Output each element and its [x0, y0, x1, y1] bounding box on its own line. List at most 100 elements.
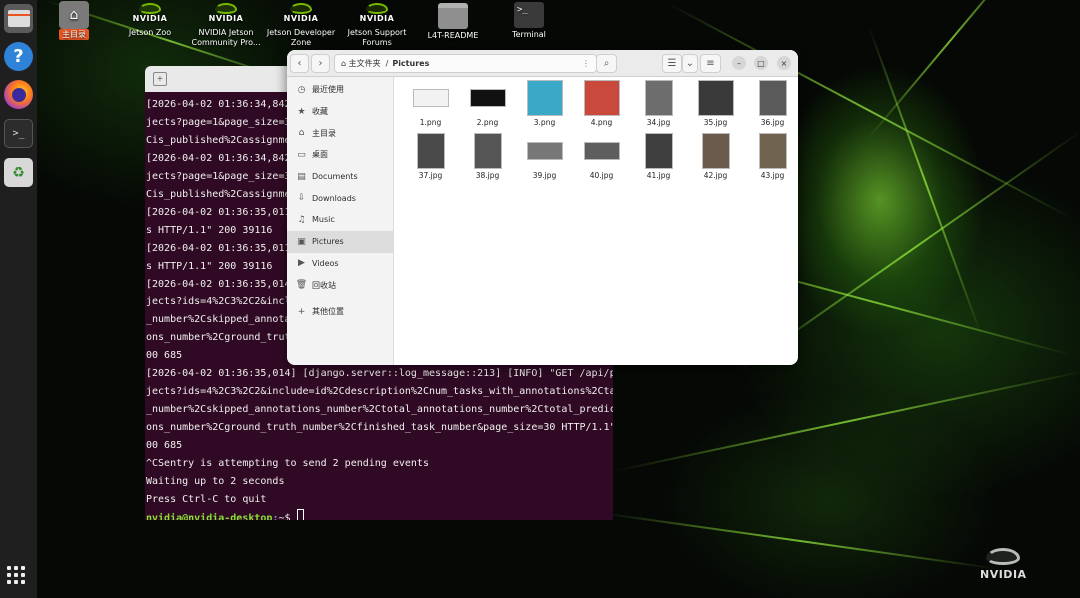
- file-item[interactable]: 3.png: [516, 80, 573, 127]
- file-item[interactable]: 34.jpg: [630, 80, 687, 127]
- firefox-icon[interactable]: [4, 80, 33, 109]
- trash-icon[interactable]: ♻: [4, 158, 33, 187]
- path-menu-icon[interactable]: ⋮: [582, 59, 590, 68]
- desktop-icon-support-forums[interactable]: NVIDIA Jetson Support Forums: [343, 0, 411, 48]
- search-icon: ⌕: [603, 58, 610, 69]
- sidebar-item-trash[interactable]: 🗑 回收站: [287, 274, 393, 296]
- desktop-icon-developer-zone[interactable]: NVIDIA Jetson Developer Zone: [266, 0, 336, 48]
- sidebar-item-document[interactable]: ▤ Documents: [287, 166, 393, 188]
- file-name: 4.png: [590, 118, 613, 127]
- file-grid: 1.png 2.png 3.png 4.png 34.jpg 35.jpg 36.jpg 37…: [402, 80, 792, 180]
- terminal-line: jects?ids=4%2C3%2C2&include=id%2Cdescrip…: [146, 386, 613, 398]
- image-thumbnail: [698, 133, 734, 169]
- help-icon[interactable]: ?: [4, 42, 33, 71]
- file-name: 2.png: [476, 118, 499, 127]
- close-button[interactable]: ×: [777, 56, 791, 70]
- image-thumbnail: [526, 80, 563, 116]
- sidebar-item-home[interactable]: ⌂ 主目录: [287, 122, 393, 144]
- terminal-icon[interactable]: >_: [4, 119, 33, 148]
- document-icon: ▤: [297, 171, 306, 182]
- nvidia-logo-icon: NVIDIA: [284, 0, 318, 26]
- sidebar-item-video[interactable]: ▶ Videos: [287, 253, 393, 275]
- list-view-button[interactable]: ☰: [662, 54, 682, 73]
- desktop-icon-l4t-readme[interactable]: L4T-README: [423, 3, 483, 41]
- home-folder-icon: ⌂: [59, 1, 89, 29]
- sidebar-item-clock[interactable]: ◷ 最近使用: [287, 79, 393, 101]
- forward-button[interactable]: ›: [311, 54, 330, 73]
- sidebar-item-label: Downloads: [312, 193, 356, 203]
- terminal-prompt[interactable]: nvidia@nvidia-desktop:~$: [146, 508, 613, 520]
- sidebar-item-label: 收藏: [312, 107, 328, 117]
- desktop-icon-community-projects[interactable]: NVIDIA NVIDIA Jetson Community Pro...: [188, 0, 264, 48]
- file-item[interactable]: 38.jpg: [459, 133, 516, 180]
- file-item[interactable]: 41.jpg: [630, 133, 687, 180]
- file-item[interactable]: 40.jpg: [573, 133, 630, 180]
- sidebar-item-label: Pictures: [312, 237, 344, 247]
- star-icon: ★: [297, 106, 306, 117]
- show-apps-icon[interactable]: [7, 566, 25, 584]
- maximize-button[interactable]: □: [754, 56, 768, 70]
- nvidia-watermark-logo: NVIDIA: [980, 548, 1027, 581]
- file-manager-header: ‹ › ⌂ 主文件夹 / Pictures ⋮ ⌕ ☰ ⌄ ≡ – □ ×: [287, 50, 798, 77]
- file-item[interactable]: 42.jpg: [687, 133, 744, 180]
- home-icon: ⌂: [341, 59, 349, 68]
- desktop-icon-terminal[interactable]: >_ Terminal: [503, 2, 555, 40]
- terminal-app-icon: >_: [514, 2, 544, 28]
- file-item[interactable]: 39.jpg: [516, 133, 573, 180]
- file-name: 1.png: [419, 118, 442, 127]
- file-item[interactable]: 4.png: [573, 80, 630, 127]
- file-name: 41.jpg: [646, 171, 671, 180]
- file-name: 3.png: [533, 118, 556, 127]
- terminal-cursor: [296, 508, 304, 520]
- search-button[interactable]: ⌕: [596, 54, 617, 73]
- desktop-icon: ▭: [297, 149, 306, 160]
- chevron-down-icon: ⌄: [685, 58, 695, 69]
- terminal-line: 00 685: [146, 440, 183, 452]
- download-icon: ⇩: [297, 193, 306, 204]
- file-item[interactable]: 37.jpg: [402, 133, 459, 180]
- sidebar-item-download[interactable]: ⇩ Downloads: [287, 187, 393, 209]
- breadcrumb-home[interactable]: 主文件夹: [349, 58, 381, 69]
- places-sidebar: ◷ 最近使用 ★ 收藏 ⌂ 主目录 ▭ 桌面 ▤ Documents ⇩ Downloads ♫ Musi…: [287, 77, 394, 365]
- terminal-line: _number%2Cskipped_annotations_number%2Ct…: [146, 404, 613, 416]
- hamburger-icon: ≡: [706, 58, 715, 69]
- trash-icon: 🗑: [295, 280, 308, 291]
- dock: ? >_ ♻: [0, 0, 37, 598]
- image-thumbnail: [641, 80, 677, 116]
- music-icon: ♫: [297, 214, 306, 225]
- sidebar-item-desktop[interactable]: ▭ 桌面: [287, 144, 393, 166]
- path-bar[interactable]: ⌂ 主文件夹 / Pictures ⋮: [334, 54, 597, 73]
- nvidia-logo-icon: NVIDIA: [209, 0, 243, 26]
- new-tab-icon[interactable]: +: [153, 72, 167, 86]
- nvidia-logo-icon: NVIDIA: [360, 0, 394, 26]
- sidebar-item-label: 桌面: [312, 150, 328, 160]
- view-options-button[interactable]: ⌄: [682, 54, 698, 73]
- plus-icon: +: [297, 306, 306, 317]
- file-name: 36.jpg: [760, 118, 785, 127]
- breadcrumb-current[interactable]: Pictures: [392, 59, 429, 68]
- back-button[interactable]: ‹: [290, 54, 309, 73]
- sidebar-item-music[interactable]: ♫ Music: [287, 209, 393, 231]
- image-thumbnail: [583, 80, 620, 116]
- desktop-icon-jetson-zoo[interactable]: NVIDIA Jetson Zoo: [122, 0, 178, 38]
- desktop-icon-home[interactable]: ⌂ 主目录: [56, 1, 92, 40]
- terminal-line: [2026-04-02 01:36:35,014] [django.server…: [146, 368, 613, 380]
- file-item[interactable]: 36.jpg: [744, 80, 798, 127]
- file-name: 38.jpg: [475, 171, 500, 180]
- file-item[interactable]: 2.png: [459, 80, 516, 127]
- sidebar-item-plus[interactable]: + 其他位置: [287, 301, 393, 323]
- files-icon[interactable]: [4, 4, 33, 33]
- file-item[interactable]: 35.jpg: [687, 80, 744, 127]
- main-menu-button[interactable]: ≡: [700, 54, 721, 73]
- sidebar-item-picture[interactable]: ▣ Pictures: [287, 230, 393, 253]
- prompt-tail: ~$: [278, 512, 297, 520]
- image-thumbnail: [641, 133, 677, 169]
- minimize-button[interactable]: –: [732, 56, 746, 70]
- file-name: 37.jpg: [418, 171, 443, 180]
- breadcrumb-separator: /: [385, 59, 389, 68]
- sidebar-item-label: 其他位置: [312, 307, 344, 317]
- file-item[interactable]: 43.jpg: [744, 133, 798, 180]
- sidebar-item-star[interactable]: ★ 收藏: [287, 101, 393, 123]
- file-item[interactable]: 1.png: [402, 80, 459, 127]
- file-name: 43.jpg: [760, 171, 785, 180]
